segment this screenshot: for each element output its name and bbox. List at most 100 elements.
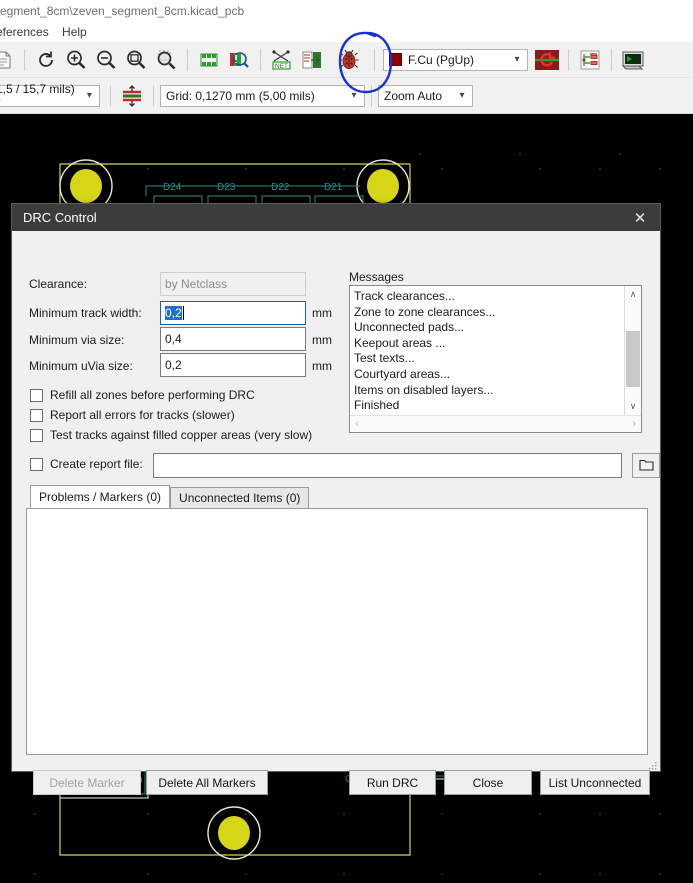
run-drc-button[interactable]: Run DRC bbox=[349, 770, 436, 795]
zoom-select-value: Zoom Auto bbox=[384, 88, 443, 103]
message-item: Test texts... bbox=[354, 351, 415, 366]
results-tab-bar[interactable]: Problems / Markers (0) Unconnected Items… bbox=[30, 485, 310, 508]
zoom-in-icon[interactable] bbox=[61, 45, 91, 75]
chevron-down-icon[interactable]: ▾ bbox=[80, 90, 99, 101]
report-all-errors-checkbox-row[interactable]: Report all errors for tracks (slower) bbox=[30, 408, 235, 422]
scroll-left-icon[interactable]: ‹ bbox=[355, 418, 359, 430]
min-uvia-size-input[interactable]: 0,2 bbox=[160, 353, 306, 377]
delete-marker-label: Delete Marker bbox=[49, 775, 125, 790]
main-toolbar[interactable]: NET F.Cu (PgUp) ▾ bbox=[0, 42, 693, 78]
toolbar-separator bbox=[24, 48, 25, 71]
list-unconnected-label: List Unconnected bbox=[548, 775, 642, 790]
report-all-errors-checkbox[interactable] bbox=[30, 408, 43, 422]
toolbar-separator bbox=[568, 48, 569, 71]
tab-unconnected-items-label: Unconnected Items (0) bbox=[179, 491, 301, 505]
clearance-field: by Netclass bbox=[160, 272, 306, 296]
update-pcb-icon[interactable] bbox=[297, 45, 327, 75]
clearance-label: Clearance: bbox=[29, 277, 88, 291]
svg-text:D23: D23 bbox=[217, 182, 236, 193]
scroll-down-icon[interactable]: ∨ bbox=[625, 398, 641, 415]
toolbar-separator bbox=[110, 84, 111, 107]
refill-zones-checkbox[interactable] bbox=[30, 388, 43, 402]
grid-select-value: Grid: 0,1270 mm (5,00 mils) bbox=[166, 88, 315, 103]
message-item: Zone to zone clearances... bbox=[354, 304, 496, 319]
track-via-icon[interactable] bbox=[575, 45, 605, 75]
clearance-value: by Netclass bbox=[165, 277, 228, 291]
create-report-label: Create report file: bbox=[50, 457, 143, 471]
min-via-size-label: Minimum via size: bbox=[29, 333, 125, 347]
messages-vertical-scrollbar[interactable]: ∧ ∨ bbox=[624, 286, 641, 415]
min-track-width-label: Minimum track width: bbox=[29, 306, 142, 320]
kicad-pcbnew-window: D24 D23 D22 D21 egment_8cm\zeven_segment… bbox=[0, 0, 693, 883]
report-all-errors-label: Report all errors for tracks (slower) bbox=[50, 408, 235, 422]
min-uvia-size-value: 0,2 bbox=[165, 358, 182, 372]
menu-preferences[interactable]: references bbox=[0, 22, 59, 42]
layer-select[interactable]: F.Cu (PgUp) ▾ bbox=[383, 48, 528, 71]
window-title-text: egment_8cm\zeven_segment_8cm.kicad_pcb bbox=[0, 4, 245, 18]
chevron-down-icon[interactable]: ▾ bbox=[507, 54, 527, 65]
messages-horizontal-scrollbar[interactable]: ‹ › bbox=[350, 415, 641, 432]
print-icon[interactable] bbox=[0, 45, 18, 75]
layer-select-value: F.Cu (PgUp) bbox=[408, 52, 475, 67]
list-unconnected-button[interactable]: List Unconnected bbox=[540, 770, 650, 795]
dialog-title-bar[interactable]: DRC Control ✕ bbox=[12, 204, 660, 231]
zoom-fit-icon[interactable] bbox=[121, 45, 151, 75]
resize-grip[interactable] bbox=[648, 761, 658, 771]
drc-bug-icon[interactable] bbox=[334, 45, 364, 75]
create-report-checkbox-row[interactable]: Create report file: bbox=[30, 457, 143, 471]
footprint-checker-icon[interactable] bbox=[224, 45, 254, 75]
close-button[interactable]: Close bbox=[444, 770, 532, 795]
refill-zones-checkbox-row[interactable]: Refill all zones before performing DRC bbox=[30, 388, 255, 402]
netlist-icon[interactable]: NET bbox=[267, 45, 297, 75]
tab-unconnected-items[interactable]: Unconnected Items (0) bbox=[170, 487, 310, 508]
footprint-editor-icon[interactable] bbox=[194, 45, 224, 75]
min-via-size-input[interactable]: 0,4 bbox=[160, 327, 306, 351]
run-drc-label: Run DRC bbox=[366, 775, 419, 790]
scroll-right-icon[interactable]: › bbox=[632, 418, 636, 430]
messages-list: Track clearances... Zone to zone clearan… bbox=[354, 289, 619, 414]
message-item: Finished bbox=[354, 398, 400, 413]
toolbar-separator bbox=[611, 48, 612, 71]
report-file-input[interactable] bbox=[153, 453, 622, 478]
layer-pair-icon[interactable] bbox=[117, 81, 147, 111]
chevron-down-icon[interactable]: ▾ bbox=[452, 90, 472, 101]
track-width-select[interactable]: 1,5 / 15,7 mils) * ▾ bbox=[0, 81, 100, 110]
min-uvia-size-label: Minimum uVia size: bbox=[29, 359, 133, 373]
tab-problems-markers-label: Problems / Markers (0) bbox=[39, 489, 162, 504]
scrollbar-thumb[interactable] bbox=[626, 331, 640, 387]
grid-select[interactable]: Grid: 0,1270 mm (5,00 mils) ▾ bbox=[160, 84, 365, 107]
scroll-up-icon[interactable]: ∧ bbox=[625, 286, 641, 303]
close-label: Close bbox=[472, 775, 504, 790]
delete-marker-button[interactable]: Delete Marker bbox=[33, 770, 141, 795]
message-item: Items on disabled layers... bbox=[354, 382, 494, 397]
messages-label: Messages bbox=[349, 270, 404, 284]
min-via-size-unit: mm bbox=[312, 333, 332, 347]
3d-viewer-icon[interactable] bbox=[618, 45, 648, 75]
refresh-icon[interactable] bbox=[31, 45, 61, 75]
close-icon[interactable]: ✕ bbox=[620, 204, 660, 231]
dialog-title-text: DRC Control bbox=[23, 210, 97, 225]
test-tracks-copper-checkbox-row[interactable]: Test tracks against filled copper areas … bbox=[30, 428, 312, 442]
zoom-area-icon[interactable] bbox=[151, 45, 181, 75]
zoom-select[interactable]: Zoom Auto ▾ bbox=[378, 84, 473, 107]
svg-text:D24: D24 bbox=[163, 182, 182, 193]
create-report-checkbox[interactable] bbox=[30, 457, 43, 471]
chevron-down-icon[interactable]: ▾ bbox=[344, 90, 364, 101]
tab-problems-markers[interactable]: Problems / Markers (0) bbox=[30, 485, 171, 508]
min-track-width-input[interactable]: 0,2 bbox=[160, 301, 306, 325]
zoom-out-icon[interactable] bbox=[91, 45, 121, 75]
test-tracks-copper-checkbox[interactable] bbox=[30, 428, 43, 442]
test-tracks-copper-label: Test tracks against filled copper areas … bbox=[50, 428, 313, 442]
delete-all-markers-button[interactable]: Delete All Markers bbox=[146, 770, 268, 795]
menu-help[interactable]: Help bbox=[62, 22, 97, 42]
message-item: Courtyard areas... bbox=[354, 366, 451, 381]
min-track-width-value: 0,2 bbox=[165, 306, 182, 320]
browse-report-file-button[interactable] bbox=[632, 453, 660, 478]
flip-board-icon[interactable] bbox=[532, 45, 562, 75]
toolbar-separator bbox=[187, 48, 188, 71]
messages-box[interactable]: Track clearances... Zone to zone clearan… bbox=[349, 285, 642, 433]
results-list[interactable] bbox=[26, 508, 648, 755]
track-width-value: 1,5 / 15,7 mils) * bbox=[0, 81, 75, 110]
secondary-toolbar[interactable]: 1,5 / 15,7 mils) * ▾ Grid: 0,1270 mm (5,… bbox=[0, 78, 693, 114]
menu-bar[interactable]: references Help bbox=[0, 22, 693, 42]
